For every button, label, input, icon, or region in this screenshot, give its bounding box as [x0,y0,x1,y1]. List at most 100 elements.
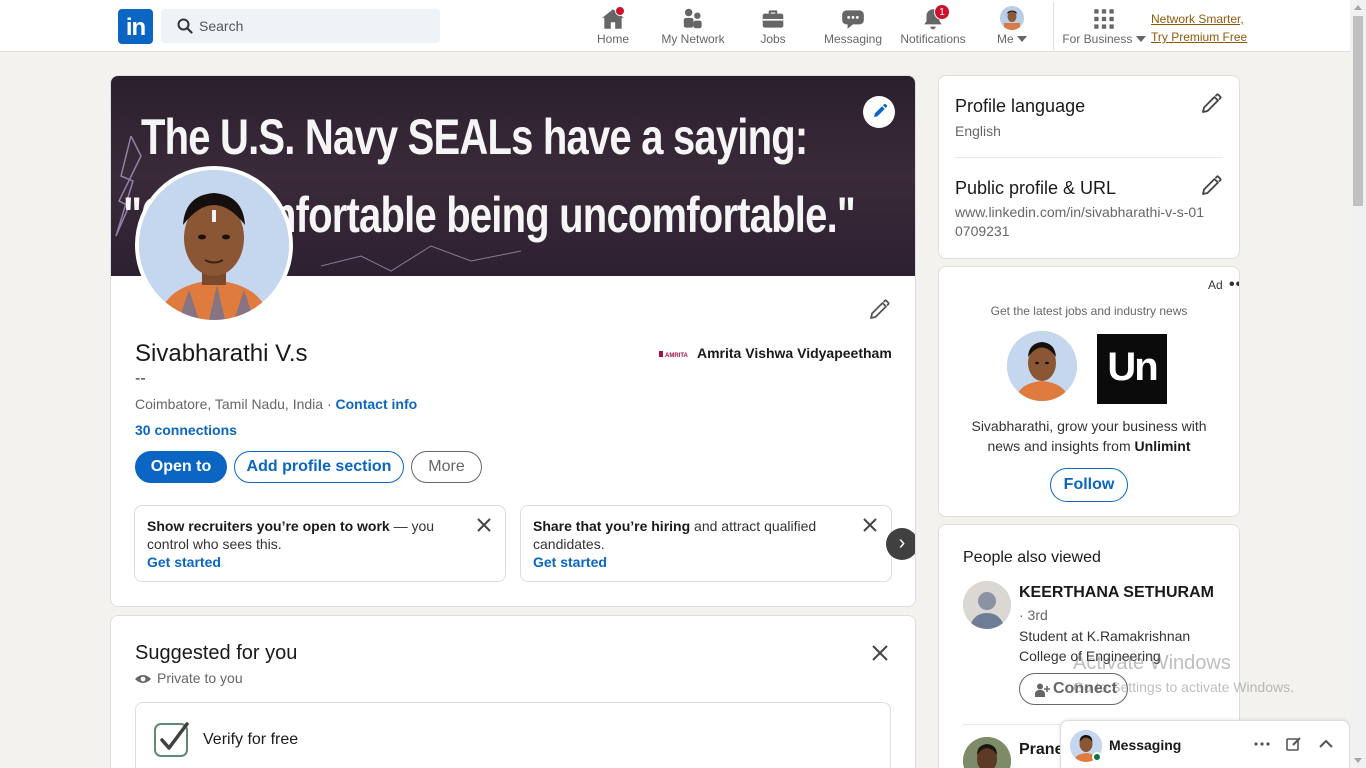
separator: · [323,396,336,412]
compose-icon[interactable] [1285,735,1303,753]
edit-url-pencil-icon[interactable] [1199,174,1223,198]
nav-for-business-label: For Business [1062,32,1146,46]
person-name[interactable]: Prane [1019,741,1063,759]
carousel-next-button[interactable]: › [886,528,915,560]
page-scrollbar[interactable] [1350,0,1366,768]
chat-icon [842,10,864,29]
follow-button[interactable]: Follow [1050,468,1128,502]
nav-messaging[interactable]: Messaging [818,0,888,52]
school-name: Amrita Vishwa Vidyapeetham [697,345,892,361]
nav-divider [1053,2,1054,50]
avatar[interactable] [963,737,1011,768]
close-icon[interactable] [476,517,492,533]
edit-language-pencil-icon[interactable] [1199,92,1223,116]
banner-quote-line-1: The U.S. Navy SEALs have a saying: [141,109,808,165]
get-started-link[interactable]: Get started [147,553,461,571]
add-profile-section-button[interactable]: Add profile section [234,451,404,483]
scroll-down-arrow[interactable] [1354,758,1362,763]
pencil-icon [874,103,888,117]
profile-settings-card: Profile language English Public profile … [938,75,1240,259]
close-icon[interactable] [871,644,889,662]
profile-photo[interactable] [135,166,293,324]
ad-options-button[interactable]: ••• [1229,276,1239,294]
premium-upsell-link[interactable]: Network Smarter, Try Premium Free [1151,10,1247,46]
svg-text:AMRITA: AMRITA [665,353,689,359]
promo-bold-text: Share that you’re hiring [533,518,691,534]
nav-my-network-label: My Network [661,32,725,46]
more-button[interactable]: More [411,451,482,483]
people-icon [683,8,702,29]
profile-location: Coimbatore, Tamil Nadu, India [135,396,324,412]
nav-me-label: Me [988,32,1036,46]
profile-card: The U.S. Navy SEALs have a saying: "Get … [110,75,916,607]
ad-user-avatar [1007,331,1077,401]
school-link[interactable]: AMRITA Amrita Vishwa Vidyapeetham [659,345,892,361]
watermark-line-2: Go to Settings to activate Windows. [1073,679,1294,695]
scroll-thumb[interactable] [1353,16,1363,206]
verify-card[interactable]: Verify for free [135,702,891,768]
suggested-card: Suggested for you Private to you Verify … [110,615,916,768]
hiring-promo: Share that you’re hiring and attract qua… [520,505,892,582]
promo-bold-text: Show recruiters you’re open to work [147,518,390,534]
chevron-down-icon [1135,36,1146,42]
online-status-dot [1092,752,1102,762]
ad-message: Sivabharathi, grow your business with ne… [971,418,1207,454]
briefcase-icon [762,10,784,28]
nav-home[interactable]: Home [588,0,638,52]
ad-tagline: Get the latest jobs and industry news [990,304,1188,318]
search-input[interactable] [199,9,429,43]
connections-link[interactable]: 30 connections [135,422,237,438]
nav-for-business[interactable]: For Business [1062,0,1146,52]
premium-line-1: Network Smarter, [1151,12,1244,26]
top-nav-bar: in Home My Network Jobs [0,0,1350,52]
get-started-link[interactable]: Get started [533,553,847,571]
ad-card: Ad ••• Get the latest jobs and industry … [938,266,1240,517]
ad-label: Ad [1208,278,1223,292]
nav-jobs[interactable]: Jobs [748,0,798,52]
edit-intro-pencil-icon[interactable] [867,298,891,322]
profile-headline: -- [135,370,146,387]
open-to-work-promo: Show recruiters you’re open to work — yo… [134,505,506,582]
edit-banner-button[interactable] [863,96,895,128]
messaging-title: Messaging [1109,737,1182,753]
suggested-title: Suggested for you [135,642,298,664]
public-profile-url: www.linkedin.com/in/sivabharathi-v-s-010… [955,204,1204,239]
profile-language-value: English [955,123,1001,139]
contact-info-link[interactable]: Contact info [336,396,418,412]
profile-name: Sivabharathi V.s [135,340,308,367]
windows-activation-watermark: Activate Windows Go to Settings to activ… [1073,652,1294,695]
nav-notifications[interactable]: 1 Notifications [896,0,970,52]
nav-jobs-label: Jobs [760,32,786,46]
nav-my-network[interactable]: My Network [656,0,730,52]
chevron-up-icon[interactable] [1317,735,1335,753]
unlimint-logo[interactable]: Un [1097,334,1167,404]
search-box[interactable] [161,9,440,43]
nav-home-label: Home [596,32,629,46]
nav-messaging-label: Messaging [823,32,883,46]
chevron-down-icon [1017,36,1027,42]
notifications-badge: 1 [934,4,950,20]
add-person-icon [1035,683,1050,697]
person-name[interactable]: KEERTHANA SETHURAM [1019,584,1214,602]
privacy-note: Private to you [135,670,243,686]
scroll-up-arrow[interactable] [1354,5,1362,10]
verified-check-icon [154,722,189,757]
profile-language-title: Profile language [955,96,1086,116]
people-also-viewed-title: People also viewed [963,549,1101,566]
linkedin-logo[interactable]: in [118,9,153,44]
home-notification-dot [615,6,625,16]
public-profile-title: Public profile & URL [955,178,1117,198]
nav-notifications-label: Notifications [900,32,966,46]
close-icon[interactable] [862,517,878,533]
profile-location-row: Coimbatore, Tamil Nadu, India · Contact … [135,396,417,412]
profile-photo-image [139,170,289,320]
verify-text: Verify for free [203,731,299,748]
eye-icon [135,675,151,683]
open-to-button[interactable]: Open to [135,451,227,483]
more-options-icon[interactable] [1253,735,1271,753]
search-icon [177,18,193,34]
messaging-overlay[interactable]: Messaging [1060,720,1350,768]
watermark-line-1: Activate Windows [1073,652,1231,674]
avatar[interactable] [963,581,1011,629]
nav-me[interactable]: Me [988,0,1036,52]
